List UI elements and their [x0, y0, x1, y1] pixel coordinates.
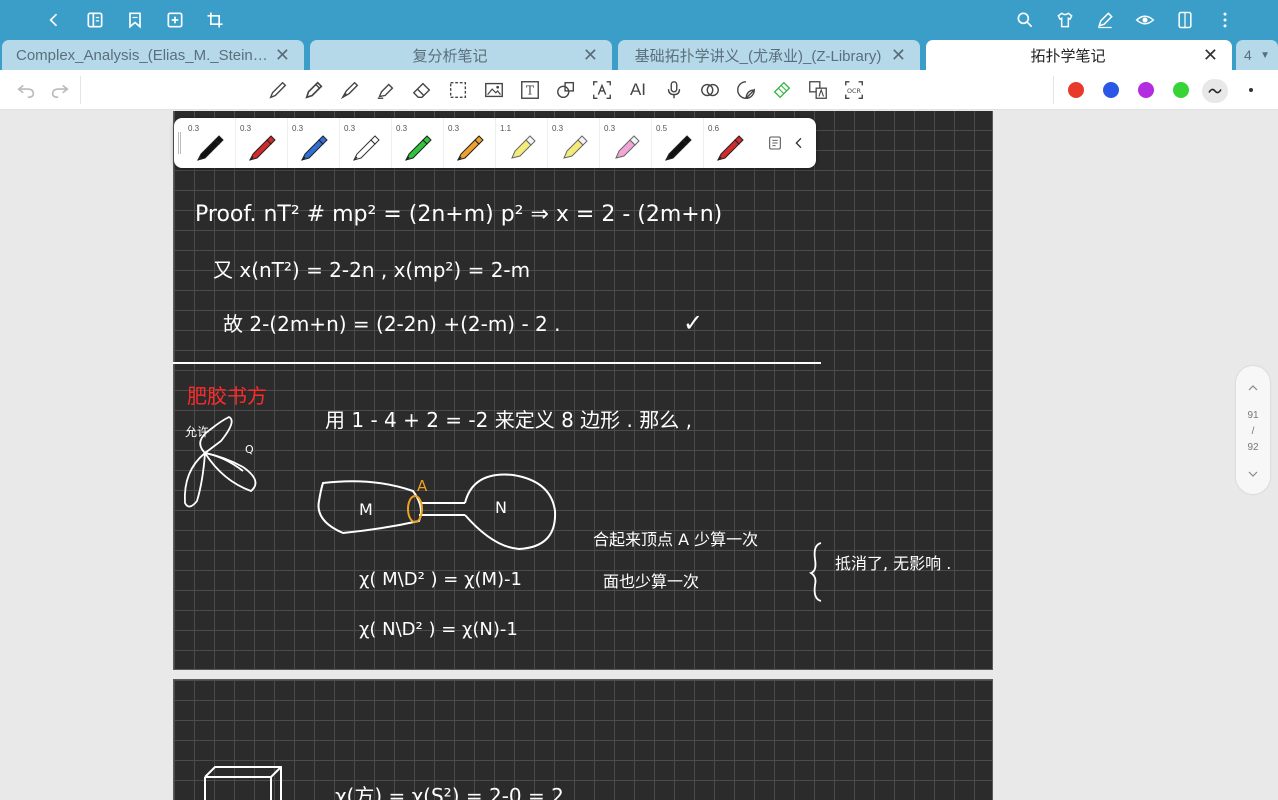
chevron-down-icon[interactable] — [1245, 466, 1261, 482]
color-purple-swatch[interactable] — [1138, 82, 1154, 98]
pen-preset[interactable]: 0.3 — [184, 118, 234, 168]
tab-topology-lectures[interactable]: 基础拓扑学讲义_(尤承业)_(Z-Library) ✕ — [618, 40, 920, 70]
wave-icon — [1208, 88, 1222, 94]
crop-icon[interactable] — [203, 8, 227, 32]
page-layout-icon[interactable] — [1173, 8, 1197, 32]
tab-label: 基础拓扑学讲义_(尤承业)_(Z-Library) — [634, 47, 882, 65]
pen-preset[interactable]: 0.3 — [236, 118, 286, 168]
shirt-icon[interactable] — [1053, 8, 1077, 32]
pen-preset[interactable]: 0.3 — [288, 118, 338, 168]
pen-preset[interactable]: 0.3 — [548, 118, 598, 168]
chevron-down-icon: ▼ — [1260, 49, 1270, 61]
pen-icon — [717, 135, 744, 161]
eye-icon[interactable] — [1133, 8, 1157, 32]
note-page[interactable] — [173, 111, 993, 670]
sticker-icon[interactable] — [734, 78, 758, 102]
tab-complex-analysis[interactable]: Complex_Analysis_(Elias_M._Stein,_... ✕ — [2, 40, 304, 70]
page-indicator: 91 / 92 — [1236, 366, 1270, 494]
link-icon[interactable] — [698, 78, 722, 102]
pen-icon — [405, 135, 432, 161]
pen-settings-icon[interactable] — [766, 134, 784, 152]
tab-complex-notes[interactable]: 复分析笔记 ✕ — [310, 40, 612, 70]
pen-icon — [665, 135, 692, 161]
pen-icon[interactable] — [266, 78, 290, 102]
page-separator: / — [1251, 426, 1255, 437]
text-recognize-icon[interactable] — [590, 78, 614, 102]
ocr-label: OCR — [847, 87, 862, 95]
pen-icon — [457, 135, 484, 161]
eraser-icon[interactable] — [410, 78, 434, 102]
text-tool-label: T — [526, 84, 534, 98]
more-vert-icon[interactable] — [1213, 8, 1237, 32]
text-box-icon[interactable]: T — [518, 78, 542, 102]
pen-palette: 0.3 0.3 0.3 0.3 0.3 0.3 1.1 0.3 0.3 0.5 0.6 — [174, 118, 816, 168]
pencil-icon[interactable] — [302, 78, 326, 102]
chevron-up-icon[interactable] — [1245, 380, 1261, 396]
pen-icon — [301, 135, 328, 161]
close-icon[interactable]: ✕ — [582, 45, 598, 66]
pen-preset[interactable]: 1.1 — [496, 118, 546, 168]
book-icon[interactable] — [83, 8, 107, 32]
close-icon[interactable]: ✕ — [1202, 45, 1218, 66]
pen-icon — [249, 135, 276, 161]
bookmark-icon[interactable] — [123, 8, 147, 32]
pen-preset[interactable]: 0.3 — [600, 118, 650, 168]
ocr-icon[interactable]: OCR — [842, 78, 866, 102]
top-app-bar — [0, 0, 1278, 40]
back-icon[interactable] — [42, 8, 66, 32]
total-pages: 92 — [1247, 442, 1259, 453]
note-page[interactable] — [173, 679, 993, 800]
pen-edit-icon[interactable] — [1093, 8, 1117, 32]
undo-icon[interactable] — [14, 78, 38, 102]
tab-bar: Complex_Analysis_(Elias_M._Stein,_... ✕ … — [0, 40, 1278, 70]
collapse-chevron-icon[interactable] — [790, 134, 808, 152]
stroke-style-selector[interactable] — [1202, 79, 1228, 103]
pen-icon — [353, 135, 380, 161]
marker-icon — [615, 135, 640, 159]
color-green-swatch[interactable] — [1173, 82, 1189, 98]
tab-overflow[interactable]: 4 ▼ — [1236, 40, 1278, 70]
stroke-size-dot[interactable] — [1249, 88, 1253, 92]
marker-icon — [563, 135, 588, 159]
divider — [1053, 76, 1054, 104]
highlighter-icon[interactable] — [374, 78, 398, 102]
divider — [80, 76, 81, 104]
search-icon[interactable] — [1013, 8, 1037, 32]
image-icon[interactable] — [482, 78, 506, 102]
current-page: 91 — [1247, 410, 1259, 421]
pen-preset[interactable]: 0.3 — [340, 118, 390, 168]
add-page-icon[interactable] — [163, 8, 187, 32]
tool-bar: T AI OCR — [0, 70, 1278, 110]
ai-icon[interactable]: AI — [626, 78, 650, 102]
redo-icon[interactable] — [48, 78, 72, 102]
tab-label: 复分析笔记 — [412, 47, 488, 65]
close-icon[interactable]: ✕ — [274, 45, 290, 66]
drag-handle[interactable] — [178, 132, 181, 154]
pen-preset[interactable]: 0.5 — [652, 118, 702, 168]
translate-icon[interactable] — [806, 78, 830, 102]
tape-icon[interactable] — [770, 78, 794, 102]
pen-icon — [197, 135, 224, 161]
pen-preset[interactable]: 0.3 — [392, 118, 442, 168]
ai-label: AI — [629, 80, 647, 99]
fountain-pen-icon[interactable] — [338, 78, 362, 102]
color-blue-swatch[interactable] — [1103, 82, 1119, 98]
pen-preset[interactable]: 0.3 — [444, 118, 494, 168]
tab-topology-notes[interactable]: 拓扑学笔记 ✕ — [926, 40, 1232, 70]
shape-icon[interactable] — [554, 78, 578, 102]
pen-preset[interactable]: 0.6 — [704, 118, 754, 168]
lasso-select-icon[interactable] — [446, 78, 470, 102]
tab-count: 4 — [1244, 47, 1252, 63]
tab-label: 拓扑学笔记 — [1030, 47, 1106, 65]
close-icon[interactable]: ✕ — [890, 45, 906, 66]
tab-label: Complex_Analysis_(Elias_M._Stein,_... — [16, 46, 268, 64]
notebook-workspace[interactable] — [0, 111, 1278, 800]
color-red-swatch[interactable] — [1068, 82, 1084, 98]
marker-icon — [511, 135, 536, 159]
microphone-icon[interactable] — [662, 78, 686, 102]
